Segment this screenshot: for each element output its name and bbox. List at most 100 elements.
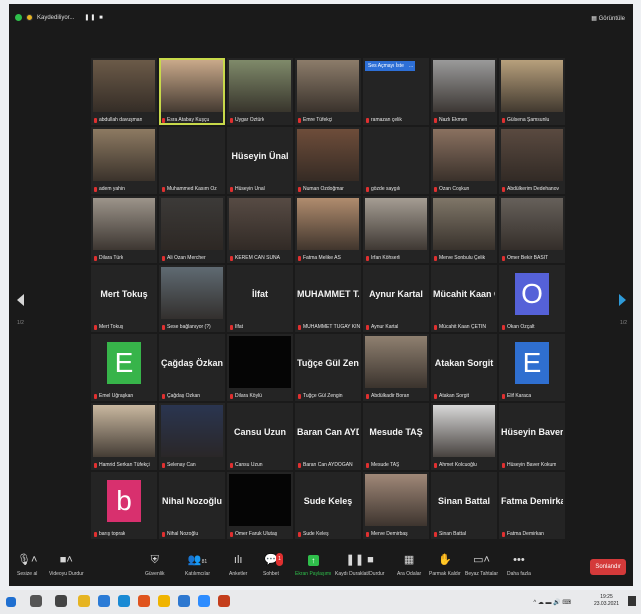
participant-label: Selenay Can	[162, 462, 196, 468]
participant-label: Merve Demirbaş	[366, 531, 408, 537]
record-control-button[interactable]: ❚❚ ■ Kaydı Duraklat/Durdur	[335, 554, 384, 577]
participant-tile[interactable]: Numan Özdoğmar	[295, 127, 361, 194]
participant-tile[interactable]: ramazan çelik Ses Açmayı İste...	[363, 58, 429, 125]
participant-tile[interactable]: Mücahit Kaan Ç... Mücahit Kaan ÇETİN	[431, 265, 497, 332]
participant-tile[interactable]: İrfan Köhserli	[363, 196, 429, 263]
participant-tile[interactable]: Hamrid Serkan Tüfekçi	[91, 403, 157, 470]
participant-tile[interactable]: Uygar Öztürk	[227, 58, 293, 125]
participant-video	[501, 198, 563, 250]
file-explorer-icon[interactable]	[78, 595, 90, 607]
mute-button[interactable]: 🎙˄ Sesize al	[17, 554, 37, 577]
participant-tile[interactable]: abdullah davuşman	[91, 58, 157, 125]
participant-video	[501, 129, 563, 181]
word-icon[interactable]	[178, 595, 190, 607]
participant-tile[interactable]: Ahmet Kolcuoğlu	[431, 403, 497, 470]
pause-stop-icon[interactable]: ❚❚ ■	[84, 14, 103, 21]
participant-tile[interactable]: Dilara Köylü	[227, 334, 293, 401]
participant-label: Mesude TAŞ	[366, 462, 399, 468]
search-icon[interactable]	[30, 595, 42, 607]
edge-icon[interactable]	[98, 595, 110, 607]
participant-label: KEREM CAN SUNA	[230, 255, 280, 261]
participant-tile[interactable]: KEREM CAN SUNA	[227, 196, 293, 263]
participant-tile[interactable]: Cansu Uzun Cansu Uzun	[227, 403, 293, 470]
zoom-icon[interactable]	[198, 595, 210, 607]
participant-tile[interactable]: Sese bağlanıyor (?)	[159, 265, 225, 332]
firefox-icon[interactable]	[138, 595, 150, 607]
participant-tile[interactable]: Tuğçe Gül Zengin Tuğçe Gül Zengin	[295, 334, 361, 401]
raise-hand-button[interactable]: ✋ Parmak Kaldır	[429, 554, 461, 577]
participant-tile[interactable]: Ömer Faruk Ulutaş	[227, 472, 293, 539]
participant-label: barış toprak	[94, 531, 125, 537]
chrome-icon[interactable]	[158, 595, 170, 607]
breakout-rooms-button[interactable]: ▦ Ara Odalar	[397, 554, 421, 577]
participant-tile[interactable]: İlfat İlfat	[227, 265, 293, 332]
participant-tile[interactable]: Merve Demirbaş	[363, 472, 429, 539]
clock[interactable]: 19:25 23.03.2021	[594, 594, 619, 608]
share-screen-button[interactable]: ↑ Ekran Paylaşımı	[295, 554, 331, 577]
stop-video-button[interactable]: ■˄ Videoyu Durdur	[49, 554, 84, 577]
muted-mic-icon	[502, 324, 505, 330]
app-icon[interactable]	[118, 595, 130, 607]
polls-button[interactable]: ılı Anketler	[229, 554, 247, 577]
security-button[interactable]: ⛨ Güvenlik	[145, 554, 164, 577]
prev-page-arrow-icon[interactable]	[17, 294, 24, 306]
next-page-arrow-icon[interactable]	[619, 294, 626, 306]
notification-icon[interactable]	[628, 596, 636, 606]
recording-indicator[interactable]: Kaydediliyor... ❚❚ ■	[15, 14, 104, 21]
participant-tile[interactable]: Fatma Melike AS	[295, 196, 361, 263]
participant-tile[interactable]: Gülsena Şamsunlu	[499, 58, 565, 125]
whiteboards-button[interactable]: ▭˄ Beyaz Tahtalar	[465, 554, 498, 577]
participant-tile[interactable]: Selenay Can	[159, 403, 225, 470]
system-tray-icons[interactable]: ^ ☁ ▬ 🔊 ⌨	[533, 599, 571, 606]
participant-tile[interactable]: Abdülkadir Boran	[363, 334, 429, 401]
participant-tile[interactable]: Atakan Sorgit Atakan Sorgit	[431, 334, 497, 401]
participant-tile[interactable]: O Okan Özçalt	[499, 265, 565, 332]
participant-tile[interactable]: Nazlı Ekmen	[431, 58, 497, 125]
view-button[interactable]: ▦ Görüntüle	[591, 15, 625, 22]
participant-tile[interactable]: E Emel Uğraşkan	[91, 334, 157, 401]
participant-tile[interactable]: Sinan Battal Sinan Battal	[431, 472, 497, 539]
participant-video	[161, 405, 223, 457]
participant-video	[433, 60, 495, 112]
powerpoint-icon[interactable]	[218, 595, 230, 607]
participant-tile[interactable]: Çağdaş Özkan Çağdaş Özkan	[159, 334, 225, 401]
participant-tile[interactable]: E Elif Karaca	[499, 334, 565, 401]
shield-icon: ⛨	[150, 554, 159, 566]
participant-label: Dilara Köylü	[230, 393, 262, 399]
participant-tile[interactable]: Merve Sonbulu Çelik	[431, 196, 497, 263]
participant-tile[interactable]: Mert Tokuş Mert Tokuş	[91, 265, 157, 332]
participants-button[interactable]: 👥81 Katılımcılar	[185, 554, 210, 577]
participant-tile[interactable]: Hüseyin Ünal Hüseyin Ünal	[227, 127, 293, 194]
participant-tile[interactable]: Abdülkerim Dedehanov	[499, 127, 565, 194]
participant-tile[interactable]: Esra Atabay Kuşçu	[159, 58, 225, 125]
participant-tile[interactable]: Hüseyin Baver K... Hüseyin Baver Kokum	[499, 403, 565, 470]
participant-tile[interactable]: adem yahin	[91, 127, 157, 194]
ask-unmute-button[interactable]: Ses Açmayı İste	[365, 61, 407, 71]
participant-name: Abdülkerim Dedehanov	[507, 186, 559, 192]
participant-tile[interactable]: Aynur Kartal Aynur Kartal	[363, 265, 429, 332]
participant-tile[interactable]: Emre Tüfekçi	[295, 58, 361, 125]
muted-mic-icon	[502, 255, 505, 261]
participant-tile[interactable]: gözde saygılı	[363, 127, 429, 194]
participant-tile[interactable]: Nihal Nozoğlu Nihal Nozoğlu	[159, 472, 225, 539]
participant-tile[interactable]: Baran Can AYD... Baran Can AYDOĞAN	[295, 403, 361, 470]
participant-name: Muhammed Kasım Öz	[167, 186, 217, 192]
participant-tile[interactable]: Mesude TAŞ Mesude TAŞ	[363, 403, 429, 470]
more-options-button[interactable]: ...	[407, 61, 416, 71]
participant-tile[interactable]: b barış toprak	[91, 472, 157, 539]
more-button[interactable]: ••• Daha fazla	[507, 554, 531, 577]
windows-start-icon[interactable]	[6, 597, 16, 607]
end-meeting-button[interactable]: Sonlandır	[590, 559, 626, 575]
muted-mic-icon	[502, 393, 505, 399]
participant-tile[interactable]: Fatma Demirkan Fatma Demirkan	[499, 472, 565, 539]
participant-tile[interactable]: Sude Keleş Sude Keleş	[295, 472, 361, 539]
participant-tile[interactable]: MUHAMMET T... MUHAMMET TUGAY KINAŞ	[295, 265, 361, 332]
task-view-icon[interactable]	[55, 595, 67, 607]
participant-tile[interactable]: Muhammed Kasım Öz	[159, 127, 225, 194]
chat-button[interactable]: 💬 1 Sohbet	[263, 553, 283, 577]
participant-tile[interactable]: Dilara Türk	[91, 196, 157, 263]
participant-tile[interactable]: Ömer Bekir BASIT	[499, 196, 565, 263]
participant-tile[interactable]: Ali Ozan Mercher	[159, 196, 225, 263]
participant-tile[interactable]: Ozan Coşkun	[431, 127, 497, 194]
muted-mic-icon	[162, 393, 165, 399]
